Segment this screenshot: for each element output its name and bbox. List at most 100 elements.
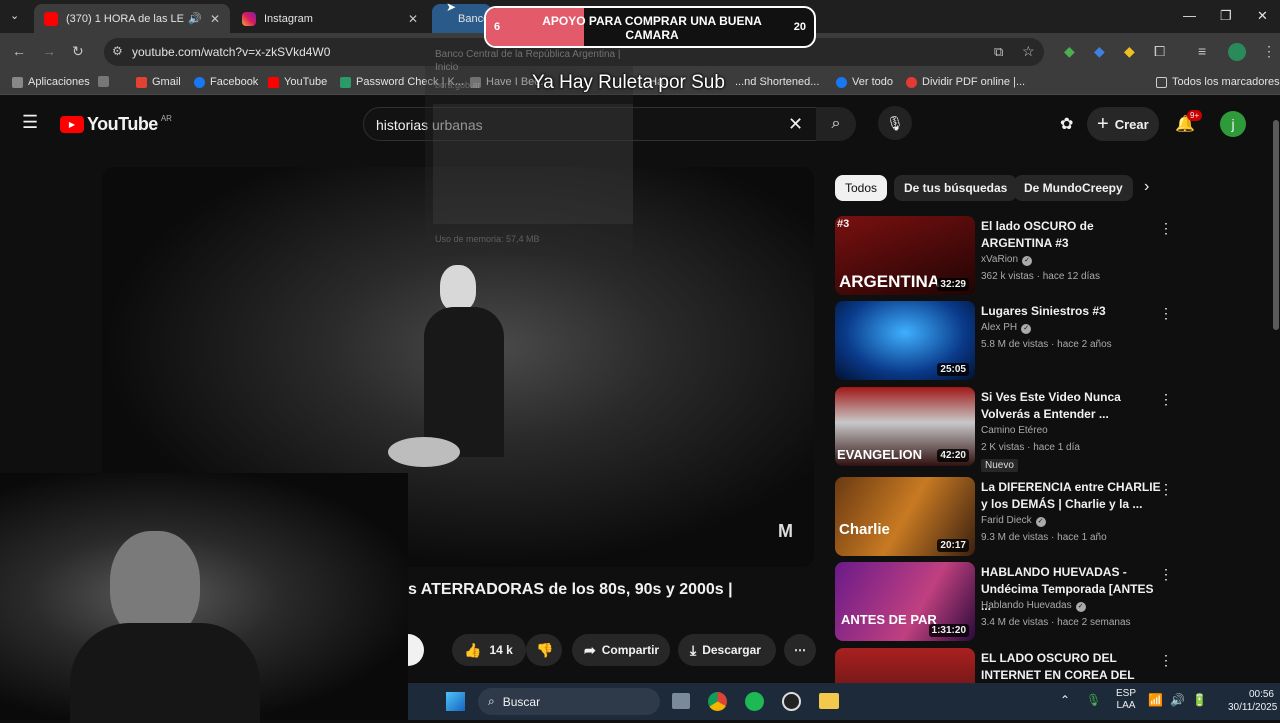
channel-name[interactable]: Alex PH ✓ [981, 322, 1032, 334]
minimize-icon[interactable]: — [1183, 8, 1196, 23]
install-icon[interactable]: ⧉ [994, 44, 1003, 60]
window-close-icon[interactable]: ✕ [1257, 8, 1268, 24]
bookmark-apps[interactable]: Aplicaciones [12, 76, 90, 88]
extension-icon[interactable]: ◆ [1064, 43, 1075, 60]
more-options-icon[interactable]: ⋮ [1159, 652, 1173, 669]
close-tab-icon[interactable]: ✕ [408, 12, 418, 26]
subscribe-button-edge[interactable] [408, 634, 424, 666]
more-options-icon[interactable]: ⋮ [1159, 566, 1173, 583]
recommendation-item[interactable]: 25:05 Lugares Siniestros #3 Alex PH ✓ 5.8… [835, 301, 1180, 381]
video-thumbnail[interactable]: 25:05 [835, 301, 975, 380]
reload-icon[interactable]: ↻ [72, 43, 84, 60]
media-controls-icon[interactable]: ≡ [1198, 43, 1206, 59]
tab-search-dropdown[interactable]: ⌄ [10, 9, 19, 22]
avatar[interactable]: j [1220, 111, 1246, 137]
extension-icon[interactable]: ✿ [1060, 114, 1073, 134]
chrome-menu-icon[interactable]: ⋮ [1262, 43, 1276, 60]
extension-icon[interactable]: ◆ [1124, 43, 1135, 60]
video-figure [440, 265, 476, 311]
obs-icon[interactable] [782, 692, 801, 711]
close-tab-icon[interactable]: ✕ [210, 12, 220, 26]
recommendation-title[interactable]: Si Ves Este Video Nunca Volverás a Enten… [981, 389, 1161, 423]
recommendation-title[interactable]: El lado OSCURO de ARGENTINA #3 [981, 218, 1161, 252]
tray-microphone-icon[interactable]: 🎙 [1086, 693, 1101, 707]
site-info-icon[interactable]: ⚙ [112, 44, 123, 58]
channel-name[interactable]: Hablando Huevadas ✓ [981, 600, 1086, 612]
all-bookmarks[interactable]: Todos los marcadores [1156, 76, 1280, 88]
bookmark-gmail[interactable] [98, 76, 114, 87]
chevron-right-icon[interactable]: › [1144, 178, 1149, 196]
more-options-icon[interactable]: ⋮ [1159, 220, 1173, 237]
recommendation-item[interactable]: ANTES DE PAR 1:31:20 HABLANDO HUEVADAS -… [835, 562, 1180, 642]
chrome-icon[interactable] [708, 692, 727, 711]
bookmark-gmail[interactable]: Gmail [136, 76, 181, 88]
hamburger-menu-icon[interactable]: ☰ [22, 112, 38, 133]
video-thumbnail[interactable]: EVANGELION 42:20 [835, 387, 975, 466]
bookmark-facebook[interactable]: Facebook [194, 76, 258, 88]
scrollbar-thumb[interactable] [1273, 120, 1279, 330]
channel-name[interactable]: xVaRion ✓ [981, 254, 1033, 266]
clear-search-icon[interactable]: ✕ [788, 114, 803, 135]
bookmark-star-icon[interactable]: ☆ [1022, 43, 1035, 60]
create-button[interactable]: + Crear [1087, 107, 1159, 141]
audio-icon[interactable]: 🔊 [188, 12, 202, 25]
recommendation-item[interactable]: EVANGELION 42:20 Si Ves Este Video Nunca… [835, 387, 1180, 472]
taskbar-search[interactable]: ⌕ Buscar [478, 688, 660, 715]
battery-icon[interactable]: 🔋 [1192, 693, 1207, 707]
volume-icon[interactable]: 🔊 [1170, 693, 1185, 707]
recommendation-title[interactable]: EL LADO OSCURO DEL INTERNET EN COREA DEL… [981, 650, 1161, 683]
bookmark-ver-todo[interactable]: Ver todo [836, 76, 893, 88]
maximize-icon[interactable]: ❐ [1220, 8, 1232, 24]
recommendation-title[interactable]: La DIFERENCIA entre CHARLIE y los DEMÁS … [981, 479, 1161, 513]
video-thumbnail[interactable]: ANTES DE PAR 1:31:20 [835, 562, 975, 641]
like-button[interactable]: 👍 14 k [452, 634, 526, 666]
channel-name[interactable]: Farid Dieck ✓ [981, 515, 1046, 527]
wifi-icon[interactable]: 📶 [1148, 693, 1163, 707]
spotify-icon[interactable] [745, 692, 764, 711]
recommendation-item[interactable]: #3 ARGENTINA 32:29 El lado OSCURO de ARG… [835, 216, 1180, 296]
back-icon[interactable]: ← [12, 43, 26, 59]
voice-search-button[interactable]: 🎙 [878, 106, 912, 140]
search-button[interactable]: ⌕ [816, 107, 856, 141]
dislike-button[interactable]: 👎 [526, 634, 562, 666]
channel-watermark-icon[interactable]: M [778, 521, 793, 542]
ruleta-overlay-text: Ya Hay Ruleta por Sub [532, 72, 725, 93]
recommendation-item[interactable]: Charlie 20:17 La DIFERENCIA entre CHARLI… [835, 477, 1180, 557]
language-indicator[interactable]: ESP LAA [1116, 688, 1136, 712]
video-thumbnail[interactable]: #3 ARGENTINA 32:29 [835, 216, 975, 295]
clock[interactable]: 00:56 30/11/2025 [1228, 688, 1277, 714]
recommendation-title[interactable]: Lugares Siniestros #3 [981, 303, 1161, 320]
forward-icon[interactable]: → [42, 43, 56, 59]
download-button[interactable]: ⤓ Descargar [678, 634, 776, 666]
channel-name[interactable]: Camino Etéreo [981, 425, 1048, 436]
bookmark-dividir-pdf[interactable]: Dividir PDF online |... [906, 76, 1025, 88]
windows-start-icon[interactable] [446, 692, 465, 711]
video-thumbnail[interactable] [835, 648, 975, 683]
extensions-puzzle-icon[interactable]: ⧠ [1154, 43, 1165, 60]
chip-de-tus-busquedas[interactable]: De tus búsquedas [894, 175, 1018, 201]
bookmark-shortened[interactable]: ...nd Shortened... [735, 76, 819, 88]
more-options-icon[interactable]: ⋮ [1159, 305, 1173, 322]
more-options-icon[interactable]: ⋮ [1159, 481, 1173, 498]
chip-todos[interactable]: Todos [835, 175, 888, 201]
bookmark-youtube[interactable]: YouTube [268, 76, 327, 88]
tab-instagram[interactable]: Instagram ✕ [232, 4, 428, 33]
task-view-icon[interactable] [672, 693, 690, 709]
more-actions-button[interactable]: ⋯ [784, 634, 816, 666]
page-scrollbar[interactable] [1272, 100, 1280, 683]
file-explorer-icon[interactable] [819, 693, 839, 709]
video-thumbnail[interactable]: Charlie 20:17 [835, 477, 975, 556]
profile-avatar-icon[interactable] [1228, 43, 1246, 61]
extension-icon[interactable]: ◆ [1094, 43, 1105, 60]
notifications-button[interactable]: 🔔 9+ [1175, 110, 1203, 134]
like-count: 14 k [489, 643, 513, 657]
tray-chevron-icon[interactable]: ⌃ [1060, 693, 1070, 707]
share-button[interactable]: ➦ Compartir [572, 634, 670, 666]
tab-youtube[interactable]: (370) 1 HORA de las LEYEN 🔊 ✕ [34, 4, 230, 33]
search-icon: ⌕ [488, 694, 495, 708]
tab-banco[interactable]: Banco [432, 4, 492, 33]
more-options-icon[interactable]: ⋮ [1159, 391, 1173, 408]
youtube-logo[interactable]: ▶ YouTube AR [60, 114, 172, 135]
chip-de-mundocreepy[interactable]: De MundoCreepy [1014, 175, 1133, 201]
recommendation-item[interactable]: EL LADO OSCURO DEL INTERNET EN COREA DEL… [835, 648, 1180, 683]
